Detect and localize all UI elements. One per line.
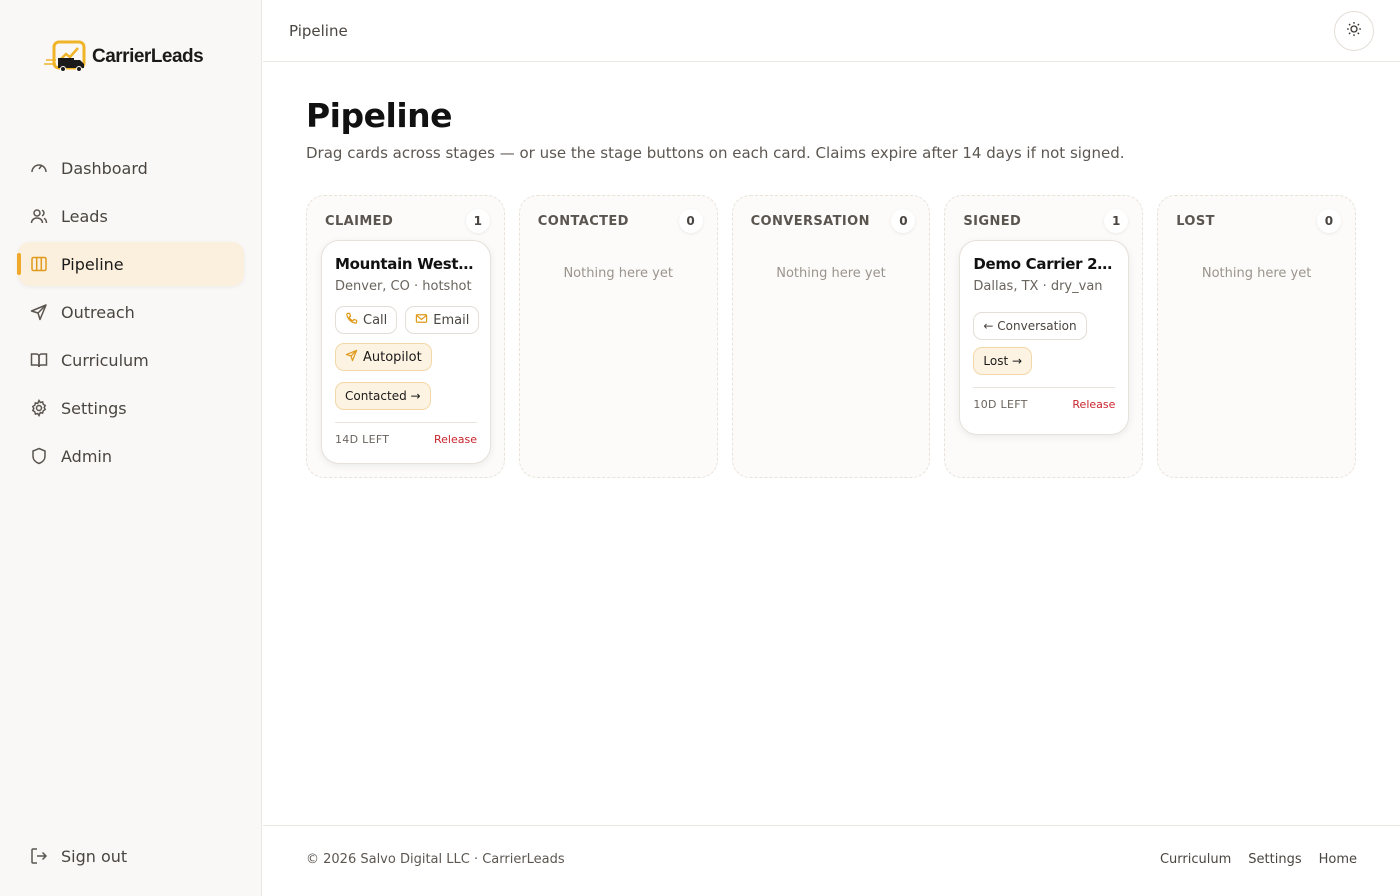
brand-name: CarrierLeads xyxy=(92,46,204,67)
sign-out-button[interactable]: Sign out xyxy=(30,834,127,878)
lead-card[interactable]: Demo Carrier 27563 Dallas, TX · dry_van … xyxy=(959,240,1130,435)
page-header: Pipeline Drag cards across stages — or u… xyxy=(306,96,1356,162)
footer: © 2026 Salvo Digital LLC · CarrierLeads … xyxy=(263,825,1400,896)
email-label: Email xyxy=(433,312,470,328)
gear-icon xyxy=(30,399,48,417)
card-location: Dallas, TX · dry_van xyxy=(973,279,1103,294)
call-button[interactable]: Call xyxy=(335,306,398,334)
column-name: CONVERSATION xyxy=(750,213,870,229)
card-location: Denver, CO · hotshot xyxy=(335,279,472,294)
sidebar-item-label: Curriculum xyxy=(61,350,149,370)
footer-link-home[interactable]: Home xyxy=(1319,852,1357,867)
sidebar-item-label: Outreach xyxy=(61,302,135,322)
sidebar-item-dashboard[interactable]: Dashboard xyxy=(18,146,244,190)
column-name: SIGNED xyxy=(963,213,1022,229)
send-icon xyxy=(345,349,358,366)
page-subtitle: Drag cards across stages — or use the st… xyxy=(306,144,1125,162)
column-count-badge: 0 xyxy=(891,209,916,233)
sidebar-item-curriculum[interactable]: Curriculum xyxy=(18,338,244,382)
truck-logo-icon xyxy=(44,40,88,74)
page-title: Pipeline xyxy=(306,96,453,135)
footer-links: Curriculum Settings Home xyxy=(1160,852,1357,867)
mail-icon xyxy=(415,312,428,329)
column-header: CONTACTED 0 xyxy=(537,209,703,233)
topbar: Pipeline xyxy=(263,0,1400,62)
autopilot-label: Autopilot xyxy=(363,349,422,365)
column-name: CLAIMED xyxy=(325,213,394,229)
sidebar-item-outreach[interactable]: Outreach xyxy=(18,290,244,334)
footer-link-settings[interactable]: Settings xyxy=(1248,852,1301,867)
stage-column-signed[interactable]: SIGNED 1 Demo Carrier 27563 Dallas, TX ·… xyxy=(944,195,1144,478)
card-footer: 10D LEFT Release xyxy=(973,387,1116,411)
empty-state: Nothing here yet xyxy=(563,266,673,281)
card-carrier-name: Mountain West Hotshot xyxy=(335,255,477,273)
column-name: LOST xyxy=(1176,213,1215,229)
logo[interactable]: CarrierLeads xyxy=(44,40,204,74)
columns-icon xyxy=(30,255,48,273)
sidebar-item-settings[interactable]: Settings xyxy=(18,386,244,430)
column-count-badge: 1 xyxy=(465,209,490,233)
sidebar-item-label: Settings xyxy=(61,398,127,418)
release-link[interactable]: Release xyxy=(1072,398,1115,411)
lead-card[interactable]: Mountain West Hotshot Denver, CO · hotsh… xyxy=(321,240,491,464)
send-icon xyxy=(30,303,48,321)
email-button[interactable]: Email xyxy=(405,306,480,334)
days-left: 10D LEFT xyxy=(973,398,1028,411)
shield-icon xyxy=(30,447,48,465)
sidebar-nav: Dashboard Leads Pipeline Outreach Curric… xyxy=(17,146,244,482)
column-header: CONVERSATION 0 xyxy=(750,209,916,233)
sign-out-label: Sign out xyxy=(61,846,128,866)
sidebar: CarrierLeads Dashboard Leads Pipeline Ou… xyxy=(0,0,262,896)
phone-icon xyxy=(345,312,358,329)
topbar-title: Pipeline xyxy=(289,21,348,40)
sidebar-item-label: Admin xyxy=(61,446,112,466)
sidebar-item-label: Pipeline xyxy=(61,254,124,274)
column-header: LOST 0 xyxy=(1176,209,1341,233)
sidebar-item-label: Leads xyxy=(61,206,108,226)
book-icon xyxy=(30,351,48,369)
stage-column-contacted[interactable]: CONTACTED 0 Nothing here yet xyxy=(518,195,718,478)
days-left: 14D LEFT xyxy=(335,433,390,446)
sidebar-item-admin[interactable]: Admin xyxy=(18,434,244,478)
advance-stage-button[interactable]: Lost → xyxy=(973,347,1033,375)
empty-state: Nothing here yet xyxy=(776,266,886,281)
sidebar-item-pipeline[interactable]: Pipeline xyxy=(17,242,244,286)
pipeline-board: CLAIMED 1 Mountain West Hotshot Denver, … xyxy=(306,195,1356,478)
stage-column-claimed[interactable]: CLAIMED 1 Mountain West Hotshot Denver, … xyxy=(306,195,505,478)
autopilot-button[interactable]: Autopilot xyxy=(335,343,432,371)
sidebar-item-leads[interactable]: Leads xyxy=(18,194,244,238)
sign-out-icon xyxy=(30,847,48,865)
empty-state: Nothing here yet xyxy=(1201,266,1312,281)
advance-stage-button[interactable]: Contacted → xyxy=(335,382,431,410)
sidebar-item-label: Dashboard xyxy=(61,158,148,178)
stage-column-lost[interactable]: LOST 0 Nothing here yet xyxy=(1157,195,1356,478)
column-count-badge: 1 xyxy=(1104,209,1129,233)
stage-column-conversation[interactable]: CONVERSATION 0 Nothing here yet xyxy=(731,195,931,478)
copyright: © 2026 Salvo Digital LLC · CarrierLeads xyxy=(306,852,565,867)
column-count-badge: 0 xyxy=(678,209,703,233)
back-stage-button[interactable]: ← Conversation xyxy=(973,312,1087,340)
theme-toggle-button[interactable] xyxy=(1334,11,1374,51)
column-header: CLAIMED 1 xyxy=(325,209,490,233)
users-icon xyxy=(30,207,48,225)
release-link[interactable]: Release xyxy=(434,433,477,446)
gauge-icon xyxy=(30,159,48,177)
column-name: CONTACTED xyxy=(537,213,629,229)
footer-link-curriculum[interactable]: Curriculum xyxy=(1160,852,1231,867)
card-carrier-name: Demo Carrier 27563 xyxy=(973,255,1115,273)
card-footer: 14D LEFT Release xyxy=(335,422,477,446)
call-label: Call xyxy=(363,312,388,328)
column-header: SIGNED 1 xyxy=(963,209,1129,233)
column-count-badge: 0 xyxy=(1316,209,1341,233)
sun-icon xyxy=(1346,21,1362,41)
